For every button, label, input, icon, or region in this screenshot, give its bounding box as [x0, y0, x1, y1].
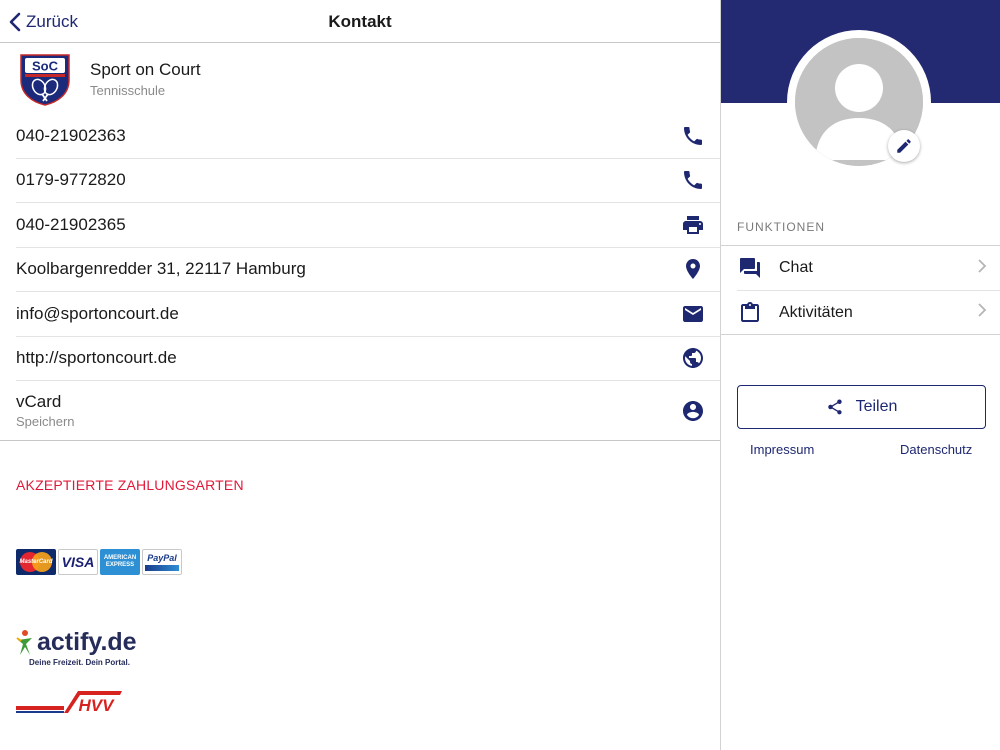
back-label: Zurück — [26, 11, 78, 31]
organization-subtitle: Tennisschule — [90, 82, 166, 98]
mobile-number: 0179-9772820 — [16, 170, 126, 190]
soc-logo: SoC — [20, 53, 70, 106]
actify-name: actify.de — [37, 628, 137, 656]
vcard-label: vCard — [16, 392, 62, 411]
fax-number: 040-21902365 — [16, 214, 126, 234]
contact-row-mobile[interactable]: 0179-9772820 — [16, 159, 720, 203]
printer-icon[interactable] — [680, 212, 706, 238]
contact-panel: Zurück Kontakt SoC Sport on Court Tennis… — [0, 0, 720, 750]
page-title: Kontakt — [328, 12, 392, 31]
contact-list: 040-21902363 0179-9772820 040-21902365 K… — [16, 114, 720, 440]
actify-logo[interactable]: actify.de Deine Freizeit. Dein Portal. — [16, 628, 137, 667]
payment-methods: MasterCard VISA AMERICAN EXPRESS PayPal — [16, 549, 182, 575]
payment-heading: AKZEPTIERTE ZAHLUNGSARTEN — [16, 477, 244, 493]
actify-figure-icon — [16, 629, 32, 655]
impressum-link[interactable]: Impressum — [750, 442, 814, 457]
chat-item[interactable]: Chat — [721, 246, 1000, 290]
datenschutz-link[interactable]: Datenschutz — [900, 442, 972, 457]
chat-label: Chat — [779, 259, 813, 276]
account-circle-icon[interactable] — [680, 398, 706, 424]
contact-row-website[interactable]: http://sportoncourt.de — [16, 337, 720, 381]
logo-text: SoC — [32, 58, 59, 73]
chevron-left-icon — [9, 12, 21, 31]
pencil-icon — [897, 139, 911, 153]
profile-sidebar: FUNKTIONEN Chat Aktivitäten Teilen Impre… — [720, 0, 1000, 750]
share-button[interactable]: Teilen — [737, 385, 986, 429]
activities-label: Aktivitäten — [779, 303, 853, 321]
vcard-row[interactable]: vCard Speichern — [16, 381, 720, 440]
clipboard-icon — [737, 300, 763, 326]
amex-logo: AMERICAN EXPRESS — [100, 549, 140, 575]
contact-row-phone[interactable]: 040-21902363 — [16, 114, 720, 159]
visa-logo: VISA — [58, 549, 98, 575]
envelope-icon[interactable] — [680, 301, 706, 327]
organization-name: Sport on Court — [90, 59, 201, 79]
share-label: Teilen — [855, 398, 898, 415]
phone-icon[interactable] — [680, 123, 706, 149]
back-button[interactable]: Zurück — [8, 0, 78, 43]
hvv-text: HVV — [79, 696, 116, 715]
phone-number: 040-21902363 — [16, 125, 126, 145]
email-text: info@sportoncourt.de — [16, 303, 179, 323]
mastercard-logo: MasterCard — [16, 549, 56, 575]
functions-list: Chat Aktivitäten — [721, 245, 1000, 335]
location-pin-icon[interactable] — [680, 256, 706, 282]
vcard-sublabel: Speichern — [16, 414, 75, 429]
paypal-label: PayPal — [147, 553, 177, 563]
organization-header: SoC Sport on Court Tennisschule — [0, 43, 720, 114]
share-icon — [827, 399, 842, 415]
edit-avatar-button[interactable] — [888, 130, 920, 162]
contact-row-address[interactable]: Koolbargenredder 31, 22117 Hamburg — [16, 248, 720, 292]
phone-icon[interactable] — [680, 167, 706, 193]
navigation-bar: Zurück Kontakt — [0, 0, 720, 43]
website-text: http://sportoncourt.de — [16, 348, 177, 368]
contact-row-fax[interactable]: 040-21902365 — [16, 203, 720, 248]
paypal-logo: PayPal — [142, 549, 182, 575]
amex-label-line2: EXPRESS — [105, 562, 135, 568]
contact-row-email[interactable]: info@sportoncourt.de — [16, 292, 720, 337]
chat-icon — [737, 255, 763, 281]
amex-label-line1: AMERICAN — [103, 555, 137, 561]
hvv-logo[interactable]: HVV — [16, 688, 124, 716]
chevron-right-icon — [977, 258, 987, 279]
functions-heading: FUNKTIONEN — [737, 220, 825, 234]
chevron-right-icon — [977, 302, 987, 323]
globe-icon[interactable] — [680, 345, 706, 371]
actify-tagline: Deine Freizeit. Dein Portal. — [29, 658, 130, 667]
mastercard-label: MasterCard — [19, 559, 53, 565]
address-text: Koolbargenredder 31, 22117 Hamburg — [16, 259, 306, 279]
divider — [0, 440, 720, 441]
activities-item[interactable]: Aktivitäten — [737, 290, 1000, 334]
